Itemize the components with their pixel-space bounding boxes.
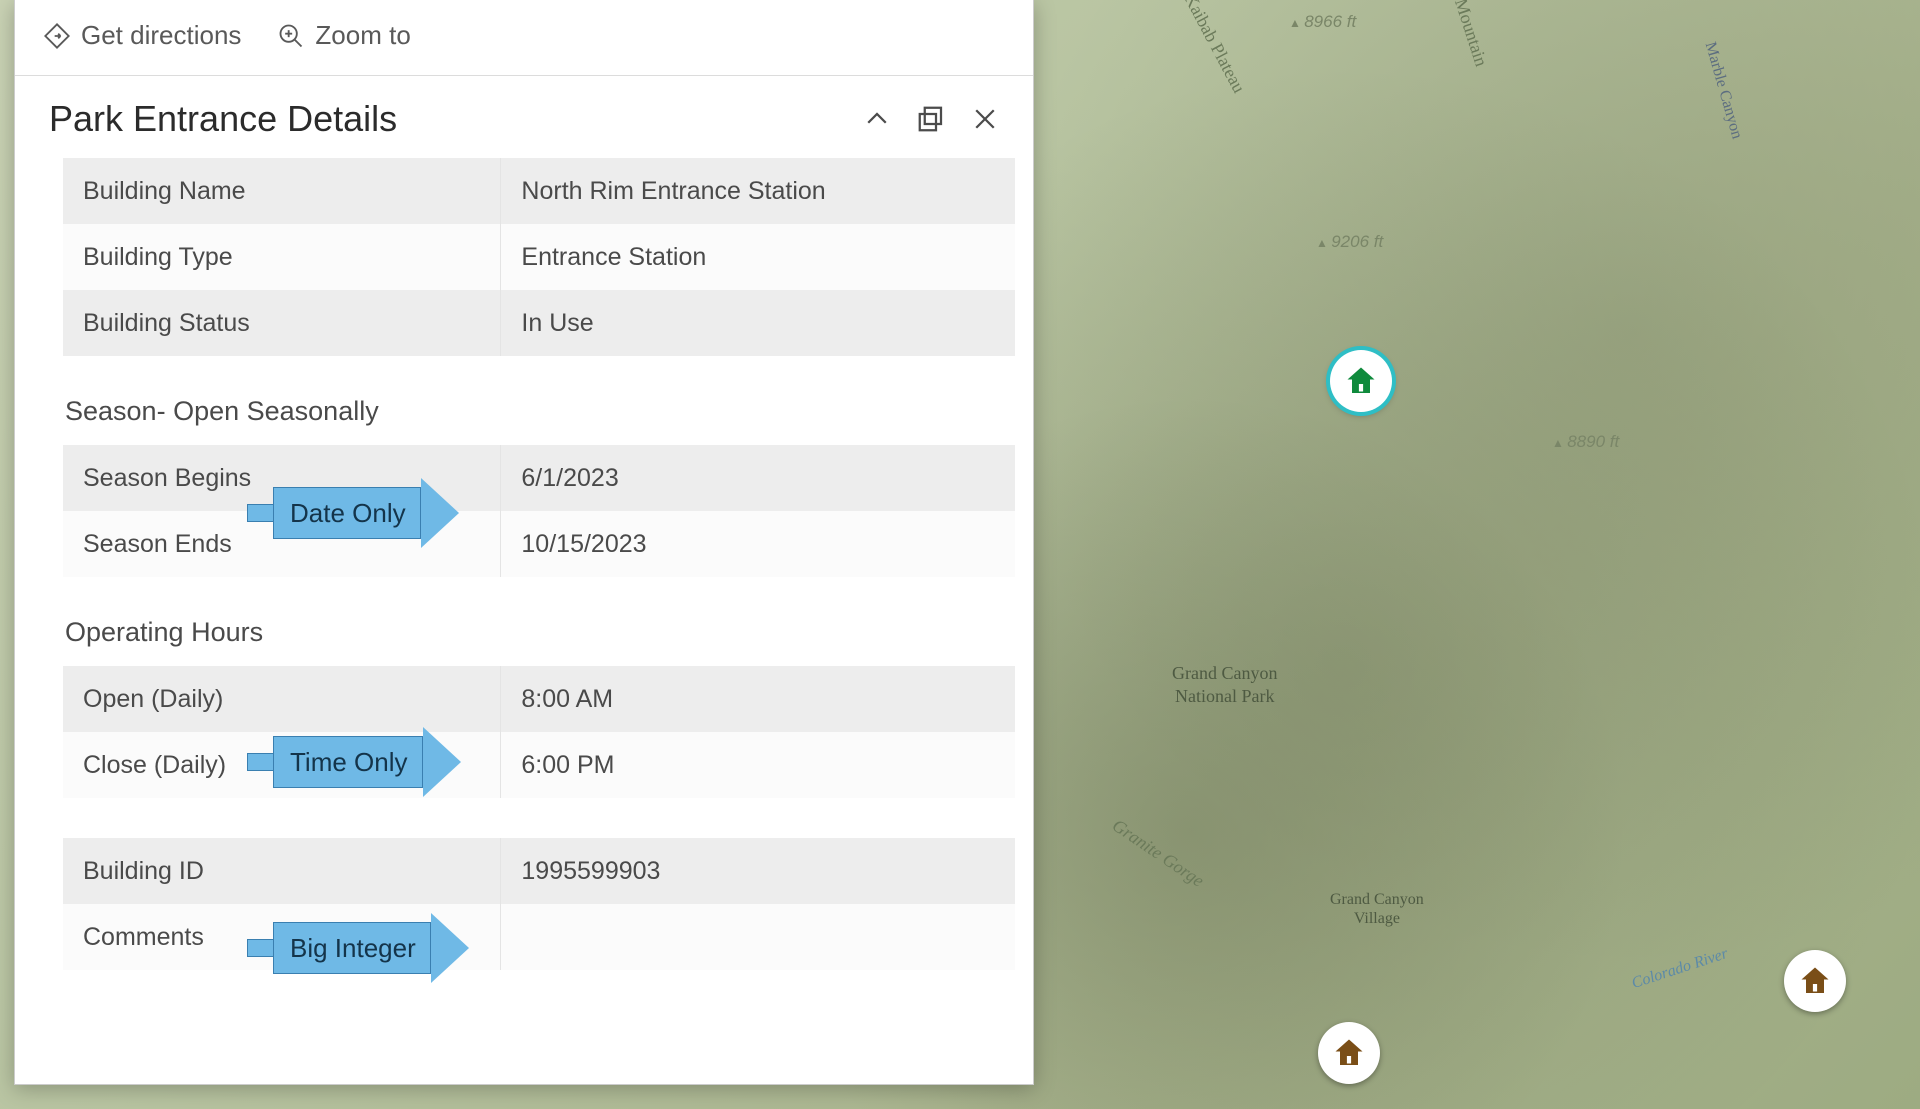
map-elevation-1: 8966 ft	[1289, 12, 1356, 32]
chevron-up-icon	[862, 104, 892, 134]
dock-button[interactable]	[913, 101, 949, 137]
field-value: 1995599903	[501, 838, 1015, 904]
field-label: Season Ends	[63, 511, 501, 577]
map-label-marble: Marble Canyon	[1701, 40, 1746, 141]
field-value	[501, 904, 1015, 970]
season-table: Season Begins 6/1/2023 Season Ends 10/15…	[63, 445, 1015, 577]
table-row: Building Status In Use	[63, 290, 1015, 356]
field-value: 6/1/2023	[501, 445, 1015, 511]
house-icon	[1797, 963, 1833, 999]
zoom-to-label: Zoom to	[315, 20, 410, 51]
popup-action-bar: Get directions Zoom to	[15, 0, 1033, 76]
house-icon	[1331, 1035, 1367, 1071]
field-label: Building Type	[63, 224, 501, 290]
table-row: Close (Daily) 6:00 PM	[63, 732, 1015, 798]
popup-title: Park Entrance Details	[49, 98, 841, 140]
map-label-village: Grand Canyon Village	[1330, 890, 1424, 928]
map-marker-active[interactable]	[1330, 350, 1392, 412]
map-label-gorge: Granite Gorge	[1108, 815, 1207, 892]
popup-header: Park Entrance Details	[15, 76, 1033, 158]
field-label: Building Name	[63, 158, 501, 224]
field-value: In Use	[501, 290, 1015, 356]
hours-heading: Operating Hours	[65, 617, 1015, 648]
hours-table: Open (Daily) 8:00 AM Close (Daily) 6:00 …	[63, 666, 1015, 798]
map-label-kaibab: Kaibab Plateau	[1179, 0, 1249, 97]
table-row: Building Name North Rim Entrance Station	[63, 158, 1015, 224]
map-marker-village[interactable]	[1318, 1022, 1380, 1084]
map-elevation-2: 9206 ft	[1316, 232, 1383, 252]
field-value: 8:00 AM	[501, 666, 1015, 732]
map-label-park: Grand Canyon National Park	[1172, 662, 1277, 707]
feature-popup: Get directions Zoom to Park Entrance Det…	[14, 0, 1034, 1085]
get-directions-label: Get directions	[81, 20, 241, 51]
table-row: Building ID 1995599903	[63, 838, 1015, 904]
map-label-mountain: Mountain	[1450, 0, 1492, 69]
id-table: Building ID 1995599903 Comments	[63, 838, 1015, 970]
table-row: Open (Daily) 8:00 AM	[63, 666, 1015, 732]
season-heading: Season- Open Seasonally	[65, 396, 1015, 427]
map-label-river: Colorado River	[1630, 945, 1731, 993]
building-info-table: Building Name North Rim Entrance Station…	[63, 158, 1015, 356]
field-label: Close (Daily)	[63, 732, 501, 798]
field-label: Comments	[63, 904, 501, 970]
close-button[interactable]	[967, 101, 1003, 137]
close-icon	[970, 104, 1000, 134]
map-marker-east[interactable]	[1784, 950, 1846, 1012]
field-value: 6:00 PM	[501, 732, 1015, 798]
house-icon	[1343, 363, 1379, 399]
table-row: Comments	[63, 904, 1015, 970]
zoom-icon	[277, 22, 305, 50]
table-row: Building Type Entrance Station	[63, 224, 1015, 290]
directions-icon	[43, 22, 71, 50]
collapse-button[interactable]	[859, 101, 895, 137]
table-row: Season Begins 6/1/2023	[63, 445, 1015, 511]
field-label: Building Status	[63, 290, 501, 356]
field-label: Building ID	[63, 838, 501, 904]
field-value: North Rim Entrance Station	[501, 158, 1015, 224]
get-directions-button[interactable]: Get directions	[43, 20, 241, 51]
dock-icon	[916, 104, 946, 134]
popup-body[interactable]: Building Name North Rim Entrance Station…	[15, 158, 1033, 1084]
field-label: Season Begins	[63, 445, 501, 511]
table-row: Season Ends 10/15/2023	[63, 511, 1015, 577]
field-value: 10/15/2023	[501, 511, 1015, 577]
map-elevation-3: 8890 ft	[1552, 432, 1619, 452]
field-label: Open (Daily)	[63, 666, 501, 732]
zoom-to-button[interactable]: Zoom to	[277, 20, 410, 51]
field-value: Entrance Station	[501, 224, 1015, 290]
